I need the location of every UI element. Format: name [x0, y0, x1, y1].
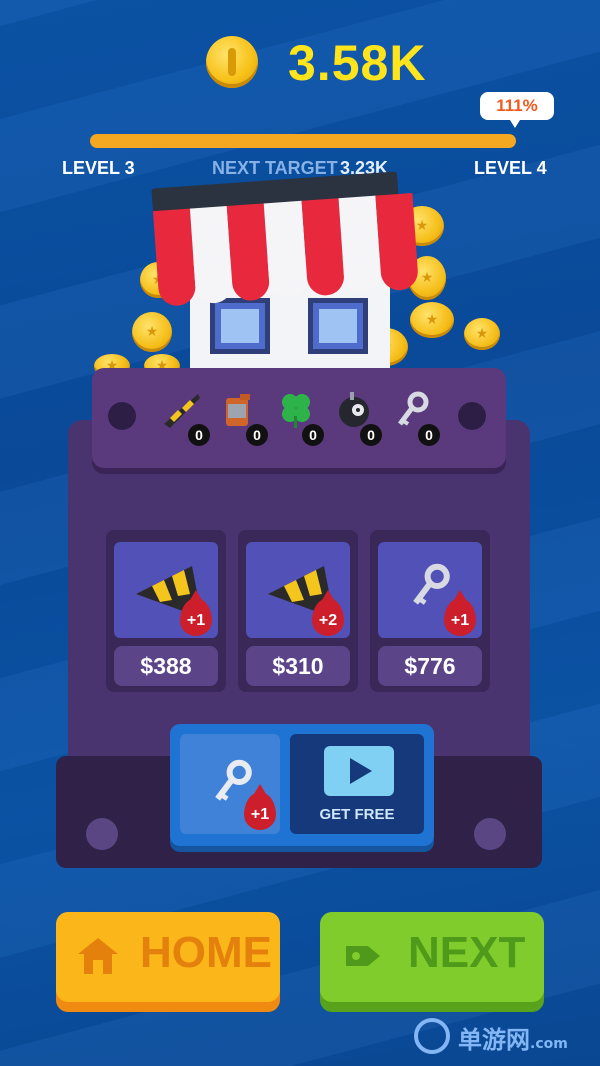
- level-progress-fill: [90, 134, 516, 148]
- inventory-item-key: 0: [388, 386, 444, 446]
- bonus-badge: +1: [444, 590, 476, 636]
- bonus-badge: +2: [312, 590, 344, 636]
- inventory-count: 0: [188, 424, 210, 446]
- machine-bolt: [86, 818, 118, 850]
- machine-bolt: [474, 818, 506, 850]
- next-button[interactable]: NEXT: [320, 912, 544, 1002]
- inventory-count: 0: [302, 424, 324, 446]
- bar-bolt: [108, 402, 136, 430]
- inventory-bar: 0 0 0 0 0: [92, 368, 506, 468]
- inventory-count: 0: [246, 424, 268, 446]
- inventory-count: 0: [360, 424, 382, 446]
- coin-balance: 3.58K: [0, 34, 600, 94]
- inventory-item-cone: 0: [158, 386, 214, 446]
- watermark-text: 单游网.com: [458, 1026, 568, 1054]
- bonus-badge: +1: [244, 784, 276, 830]
- bar-bolt: [458, 402, 486, 430]
- free-offer-panel: +1 GET FREE: [170, 724, 434, 846]
- smiley-icon: [414, 1018, 450, 1054]
- shop-window: [210, 298, 270, 354]
- home-button[interactable]: HOME: [56, 912, 280, 1002]
- home-button-label: HOME: [140, 928, 272, 977]
- get-free-button[interactable]: GET FREE: [290, 734, 424, 834]
- next-button-label: NEXT: [408, 928, 526, 977]
- shop-window: [308, 298, 368, 354]
- shop-slot-2[interactable]: +2 $310: [238, 530, 358, 692]
- level-progress-bar: [90, 134, 516, 148]
- price-label: $388: [114, 646, 218, 686]
- watermark-logo: 单游网.com: [414, 1016, 588, 1056]
- home-icon: [78, 938, 118, 974]
- free-reward-tile: +1: [180, 734, 280, 834]
- coin-amount: 3.58K: [288, 35, 427, 91]
- shop-slot-1[interactable]: +1 $388: [106, 530, 226, 692]
- shop-illustration: [90, 171, 510, 378]
- price-label: $310: [246, 646, 350, 686]
- slot-item-tile[interactable]: +1: [114, 542, 218, 638]
- key-icon: [413, 563, 450, 605]
- bonus-badge: +1: [180, 590, 212, 636]
- get-free-label: GET FREE: [319, 806, 395, 823]
- progress-percent-badge: 111%: [480, 92, 554, 128]
- video-play-icon: [324, 746, 394, 796]
- slot-item-tile[interactable]: +1: [378, 542, 482, 638]
- shop-slot-3[interactable]: +1 $776: [370, 530, 490, 692]
- slot-item-tile[interactable]: +2: [246, 542, 350, 638]
- coin-icon: [132, 312, 172, 352]
- coin-icon: [206, 36, 258, 88]
- current-level-label: LEVEL 3: [62, 158, 135, 178]
- inventory-item-clover: 0: [272, 386, 328, 446]
- coin-icon: [464, 318, 500, 350]
- shop-awning: [152, 193, 420, 307]
- inventory-item-bomb: 0: [330, 386, 386, 446]
- inventory-count: 0: [418, 424, 440, 446]
- inventory-item-fuel: 0: [216, 386, 272, 446]
- next-level-label: LEVEL 4: [474, 158, 547, 178]
- tag-arrow-icon: [346, 946, 380, 966]
- coin-icon: [410, 302, 454, 338]
- price-label: $776: [378, 646, 482, 686]
